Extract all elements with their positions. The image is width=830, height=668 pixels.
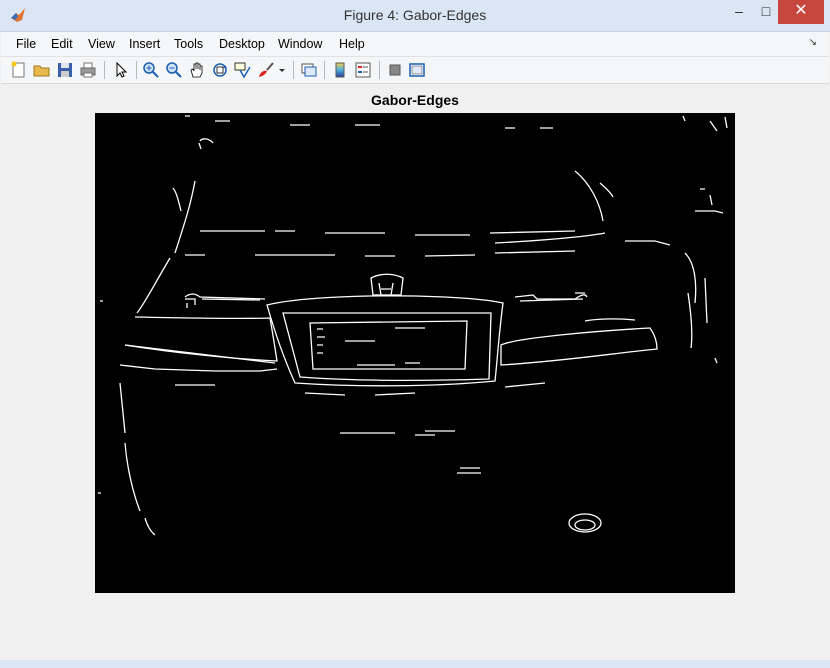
menu-window[interactable]: Window — [278, 37, 322, 51]
brush-dropdown-icon[interactable] — [277, 61, 287, 79]
menu-desktop[interactable]: Desktop — [219, 37, 265, 51]
edge-image-svg — [98, 115, 728, 536]
edge-segment — [175, 382, 546, 396]
zoom-in-icon[interactable] — [142, 61, 160, 79]
title-bar: Figure 4: Gabor-Edges – □ ✕ — [0, 0, 830, 32]
edge-segment — [574, 519, 596, 531]
edge-segment — [200, 230, 576, 236]
edge-segment — [309, 320, 468, 370]
zoom-out-icon[interactable] — [165, 61, 183, 79]
edge-segment — [494, 232, 671, 246]
edge-segment — [174, 180, 196, 254]
edge-segment — [119, 382, 156, 536]
menu-file[interactable]: File — [16, 37, 36, 51]
edge-segment — [514, 294, 588, 300]
new-figure-icon[interactable] — [10, 61, 28, 79]
edge-segment — [136, 257, 171, 314]
edge-segment — [684, 252, 708, 349]
toolbar-separator — [104, 61, 105, 79]
maximize-button[interactable]: □ — [752, 0, 780, 24]
save-icon[interactable] — [56, 61, 74, 79]
pointer-icon[interactable] — [112, 61, 130, 79]
menu-edit[interactable]: Edit — [51, 37, 73, 51]
edge-segment — [185, 115, 728, 132]
edge-segment — [519, 292, 585, 302]
data-cursor-icon[interactable] — [234, 61, 252, 79]
toolbar-separator — [324, 61, 325, 79]
edge-segment — [266, 295, 504, 387]
toolbar-separator — [136, 61, 137, 79]
menu-view[interactable]: View — [88, 37, 115, 51]
colorbar-icon[interactable] — [331, 61, 349, 79]
open-file-icon[interactable] — [33, 61, 51, 79]
hide-plot-tools-icon[interactable] — [386, 61, 404, 79]
window-title: Figure 4: Gabor-Edges — [343, 7, 487, 23]
menu-insert[interactable]: Insert — [129, 37, 160, 51]
brush-icon[interactable] — [257, 61, 275, 79]
edge-segment — [695, 188, 724, 214]
window-bottom-border — [0, 660, 830, 668]
axes-title: Gabor-Edges — [371, 92, 459, 108]
edge-segment — [317, 327, 425, 354]
edge-detection-image[interactable] — [95, 113, 735, 593]
edge-segment — [568, 513, 602, 533]
toolbar — [1, 57, 829, 84]
edge-segment — [185, 250, 576, 257]
dock-arrow-icon[interactable]: ↘ — [809, 37, 817, 48]
toolbar-separator — [293, 61, 294, 79]
edge-segment — [370, 273, 404, 296]
edge-segment — [184, 293, 266, 300]
edge-segment — [500, 327, 658, 366]
menu-tools[interactable]: Tools — [174, 37, 203, 51]
edge-segment — [198, 138, 214, 150]
minimize-button[interactable]: – — [725, 0, 753, 24]
edge-segment — [172, 187, 182, 212]
edge-segment — [584, 318, 636, 322]
show-plot-tools-icon[interactable] — [408, 61, 426, 79]
edge-segment — [457, 467, 481, 474]
toolbar-separator — [379, 61, 380, 79]
edge-segment — [340, 430, 455, 436]
pan-icon[interactable] — [188, 61, 206, 79]
close-button[interactable]: ✕ — [778, 0, 824, 24]
rotate-3d-icon[interactable] — [211, 61, 229, 79]
edge-segment — [378, 282, 394, 296]
edge-segment — [599, 182, 614, 198]
edge-segment — [357, 362, 420, 366]
edge-segment — [124, 344, 276, 364]
edge-segment — [574, 170, 604, 222]
edge-segment — [185, 298, 261, 308]
print-icon[interactable] — [79, 61, 97, 79]
legend-icon[interactable] — [354, 61, 372, 79]
menu-help[interactable]: Help — [339, 37, 365, 51]
menu-bar: File Edit View Insert Tools Desktop Wind… — [1, 32, 829, 57]
edge-segment — [119, 364, 278, 372]
link-plot-icon[interactable] — [300, 61, 318, 79]
